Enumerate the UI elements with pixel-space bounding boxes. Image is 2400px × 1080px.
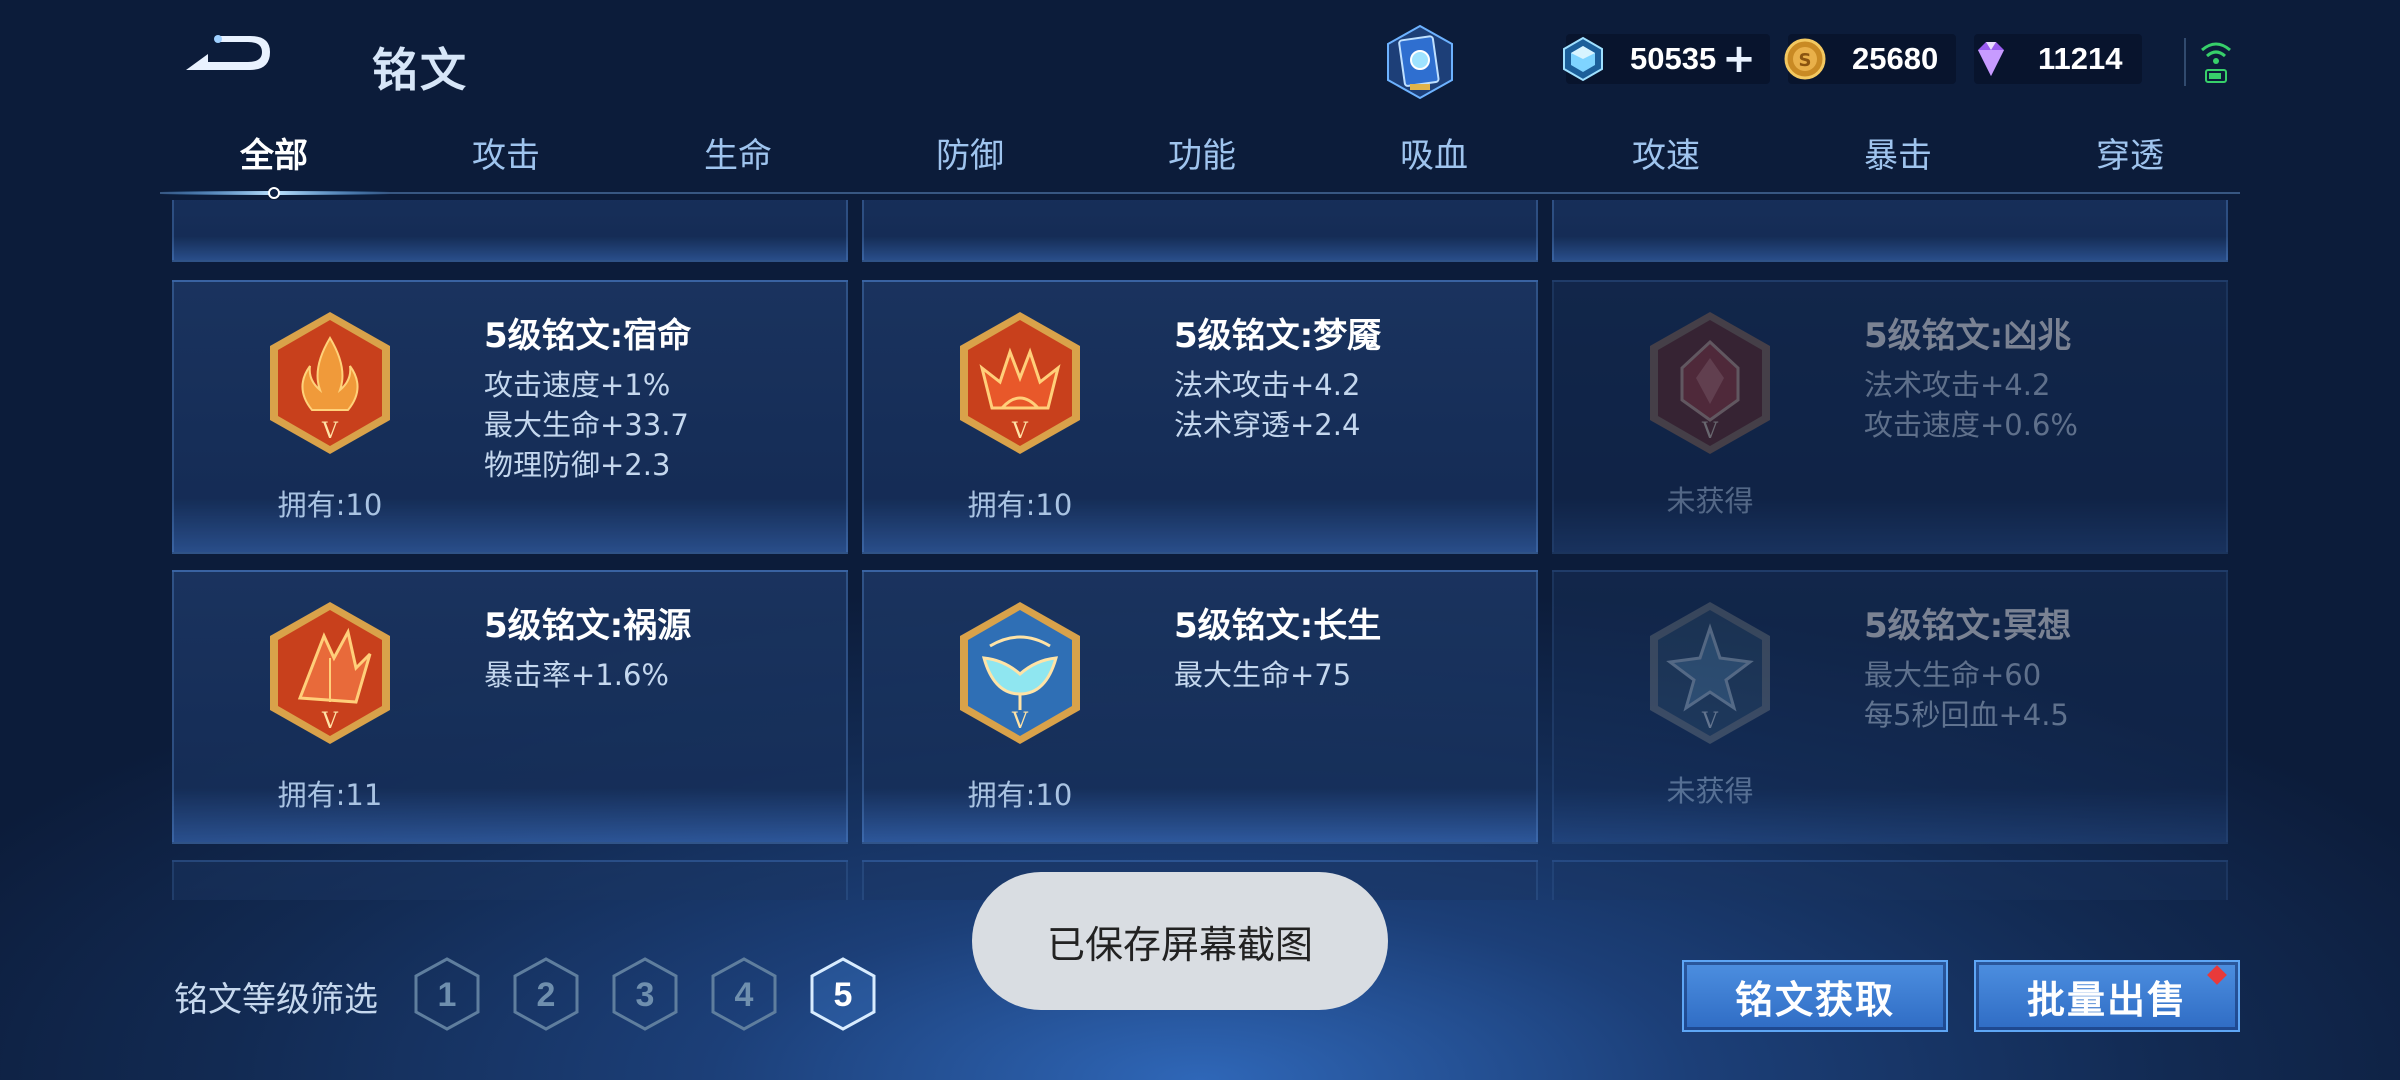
level-filter-3[interactable]: 3 (610, 956, 680, 1032)
flame-emblem-icon: V (270, 312, 390, 454)
inscription-stat: 物理防御+2.3 (484, 448, 671, 482)
inscription-card-partial[interactable] (172, 860, 848, 900)
not-acquired-label: 未获得 (1666, 484, 1754, 518)
inscription-stat: 法术攻击+4.2 (1174, 368, 1361, 402)
svg-text:S: S (1799, 50, 1812, 71)
crown-emblem-icon: V (960, 312, 1080, 454)
owned-count: 拥有:10 (277, 488, 383, 522)
page-title: 铭文 (372, 43, 468, 97)
svg-text:4: 4 (735, 976, 754, 1014)
svg-text:V: V (1701, 419, 1719, 444)
star-emblem-icon: V (1650, 602, 1770, 744)
level-filter-5-selected[interactable]: 5 (808, 956, 878, 1032)
level-filter-label: 铭文等级筛选 (174, 980, 378, 1020)
gold-coin-icon: S (1784, 38, 1826, 80)
bulk-sell-label: 批量出售 (2026, 977, 2187, 1022)
inscription-card-huoyuan[interactable]: V 5级铭文:祸源 暴击率+1.6% 拥有:11 (172, 570, 848, 844)
inscription-card-partial[interactable] (1552, 860, 2228, 900)
inscription-card-mingxiang[interactable]: V 5级铭文:冥想 最大生命+60 每5秒回血+4.5 未获得 (1552, 570, 2228, 844)
tab-utility[interactable]: 功能 (1122, 128, 1282, 177)
inscription-card-mengyan[interactable]: V 5级铭文:梦魇 法术攻击+4.2 法术穿透+2.4 拥有:10 (862, 280, 1538, 554)
category-tabs: 全部 攻击 生命 防御 功能 吸血 攻速 暴击 穿透 (160, 128, 2240, 192)
inscription-card-changsheng[interactable]: V 5级铭文:长生 最大生命+75 拥有:10 (862, 570, 1538, 844)
level-filter-4[interactable]: 4 (709, 956, 779, 1032)
inscription-stat: 攻击速度+1% (484, 368, 671, 402)
tab-attack[interactable]: 攻击 (426, 128, 586, 177)
inscription-stat: 法术攻击+4.2 (1864, 368, 2051, 402)
wifi-signal-icon (2201, 42, 2231, 83)
inscription-stat: 最大生命+75 (1174, 658, 1352, 692)
back-arrow-icon[interactable] (178, 30, 278, 82)
inscription-name: 5级铭文:梦魇 (1174, 316, 1382, 356)
svg-text:1: 1 (438, 976, 457, 1014)
screenshot-saved-toast: 已保存屏幕截图 (972, 872, 1388, 1010)
tab-health[interactable]: 生命 (658, 128, 818, 177)
wings-emblem-icon: V (960, 602, 1080, 744)
inscription-obtain-button[interactable]: 铭文获取 (1682, 960, 1948, 1032)
svg-text:V: V (321, 419, 339, 444)
tab-defense[interactable]: 防御 (890, 128, 1050, 177)
inscription-card-partial[interactable] (862, 200, 1538, 262)
header-divider (2184, 38, 2186, 86)
diamond-value: 50535 (1630, 41, 1717, 76)
inscription-name: 5级铭文:冥想 (1864, 606, 2072, 646)
svg-text:V: V (321, 709, 339, 734)
inscription-book-icon[interactable] (1380, 22, 1460, 102)
inscription-stat: 攻击速度+0.6% (1864, 408, 2078, 442)
gold-counter: S 25680 (1784, 34, 1956, 84)
inscription-card-suming[interactable]: V 5级铭文:宿命 攻击速度+1% 最大生命+33.7 物理防御+2.3 拥有:… (172, 280, 848, 554)
owned-count: 拥有:10 (967, 488, 1073, 522)
not-acquired-label: 未获得 (1666, 774, 1754, 808)
inscription-stat: 每5秒回血+4.5 (1864, 698, 2069, 732)
add-diamond-button[interactable]: + (1722, 39, 1756, 79)
inscription-name: 5级铭文:凶兆 (1864, 316, 2072, 356)
fan-emblem-icon: V (270, 602, 390, 744)
inscription-stat: 最大生命+60 (1864, 658, 2042, 692)
owned-count: 拥有:10 (967, 778, 1073, 812)
inscription-stat: 暴击率+1.6% (484, 658, 669, 692)
svg-text:V: V (1011, 709, 1029, 734)
level-filter-2[interactable]: 2 (511, 956, 581, 1032)
tab-lifesteal[interactable]: 吸血 (1354, 128, 1514, 177)
inscription-name: 5级铭文:长生 (1174, 606, 1382, 646)
gold-value: 25680 (1852, 41, 1939, 76)
level-filter-1[interactable]: 1 (412, 956, 482, 1032)
diamond-icon (1563, 36, 1603, 82)
inscription-grid: V 5级铭文:宿命 攻击速度+1% 最大生命+33.7 物理防御+2.3 拥有:… (170, 200, 2230, 900)
inscription-card-xiongzhao[interactable]: V 5级铭文:凶兆 法术攻击+4.2 攻击速度+0.6% 未获得 (1552, 280, 2228, 554)
svg-text:2: 2 (537, 976, 556, 1014)
inscription-card-partial[interactable] (172, 200, 848, 262)
notification-dot (2207, 965, 2227, 985)
svg-text:3: 3 (636, 976, 655, 1014)
svg-text:5: 5 (834, 976, 853, 1014)
svg-text:V: V (1011, 419, 1029, 444)
purple-gem-icon (1978, 42, 2004, 76)
active-tab-indicator (160, 187, 390, 199)
owned-count: 拥有:11 (277, 778, 383, 812)
inscription-stat: 法术穿透+2.4 (1174, 408, 1361, 442)
tab-critical[interactable]: 暴击 (1818, 128, 1978, 177)
gem-emblem-icon: V (1650, 312, 1770, 454)
inscription-name: 5级铭文:宿命 (484, 316, 692, 356)
bulk-sell-button[interactable]: 批量出售 (1974, 960, 2240, 1032)
tab-attack-speed[interactable]: 攻速 (1586, 128, 1746, 177)
tab-divider (160, 192, 2240, 194)
diamond-counter: 50535 + (1563, 34, 1770, 84)
tab-all[interactable]: 全部 (194, 128, 354, 177)
inscription-stat: 最大生命+33.7 (484, 408, 689, 442)
purple-gem-counter: 11214 (1974, 34, 2142, 84)
tab-penetration[interactable]: 穿透 (2050, 128, 2210, 177)
inscription-name: 5级铭文:祸源 (484, 606, 692, 646)
svg-text:V: V (1701, 709, 1719, 734)
inscription-card-partial[interactable] (1552, 200, 2228, 262)
purple-gem-value: 11214 (2038, 41, 2123, 76)
